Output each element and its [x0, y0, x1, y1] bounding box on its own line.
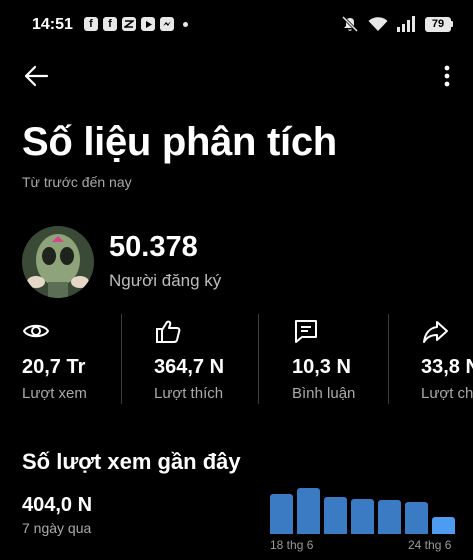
recent-views-chart[interactable] — [270, 486, 458, 534]
channel-avatar[interactable] — [22, 226, 94, 298]
notification-icons: f f — [84, 17, 188, 31]
arrow-left-icon — [24, 65, 49, 87]
divider — [121, 314, 122, 404]
divider — [388, 314, 389, 404]
recent-views-title: Số lượt xem gần đây — [22, 449, 241, 474]
facebook-icon: f — [103, 17, 117, 31]
back-button[interactable] — [18, 60, 54, 92]
more-options-button[interactable] — [435, 60, 459, 92]
metric-value: 10,3 N — [292, 356, 351, 378]
metric-label: Bình luận — [292, 385, 356, 402]
chart-bar — [432, 517, 455, 534]
chart-bar — [378, 500, 401, 534]
chart-bar — [324, 497, 347, 534]
vertical-dots-icon — [444, 65, 450, 87]
capcut-icon — [122, 17, 136, 31]
subscriber-label: Người đăng ký — [109, 271, 222, 290]
recent-views-period: 7 ngày qua — [22, 520, 92, 536]
page-subtitle: Từ trước đến nay — [22, 174, 132, 190]
system-icons: 79 — [341, 15, 453, 33]
eye-icon — [22, 324, 50, 338]
recent-views-value: 404,0 N — [22, 494, 93, 516]
metric-shares[interactable]: 33,8 N Lượt chia sẻ — [421, 312, 473, 408]
divider — [258, 314, 259, 404]
battery-icon: 79 — [425, 16, 453, 32]
messenger-icon — [160, 17, 174, 31]
metric-value: 20,7 Tr — [22, 356, 86, 378]
metric-value: 364,7 N — [154, 356, 225, 378]
chart-bar — [297, 488, 320, 534]
youtube-icon — [141, 17, 155, 31]
status-time: 14:51 — [32, 16, 73, 33]
signal-icon — [397, 16, 415, 32]
chart-bar — [270, 494, 293, 534]
facebook-icon: f — [84, 17, 98, 31]
metric-label: Lượt chia sẻ — [421, 385, 473, 402]
more-notifications-dot — [183, 21, 188, 27]
comment-icon — [295, 320, 317, 343]
battery-level: 79 — [425, 16, 451, 32]
share-icon — [423, 321, 448, 343]
x-axis-start-label: 18 thg 6 — [270, 538, 314, 552]
thumbs-up-icon — [156, 320, 181, 343]
chart-bar — [405, 502, 428, 534]
metric-value: 33,8 N — [421, 356, 473, 378]
subscriber-count: 50.378 — [109, 231, 198, 263]
page-title: Số liệu phân tích — [22, 120, 337, 164]
metric-label: Lượt thích — [154, 385, 224, 402]
mute-icon — [341, 15, 359, 33]
metric-label: Lượt xem — [22, 385, 87, 402]
wifi-icon — [368, 17, 388, 31]
status-bar: 14:51 f f 79 — [0, 0, 473, 44]
metrics-row: 20,7 Tr Lượt xem 364,7 N Lượt thích 10,3… — [0, 312, 473, 408]
chart-bar — [351, 499, 374, 534]
x-axis-end-label: 24 thg 6 — [408, 538, 452, 552]
